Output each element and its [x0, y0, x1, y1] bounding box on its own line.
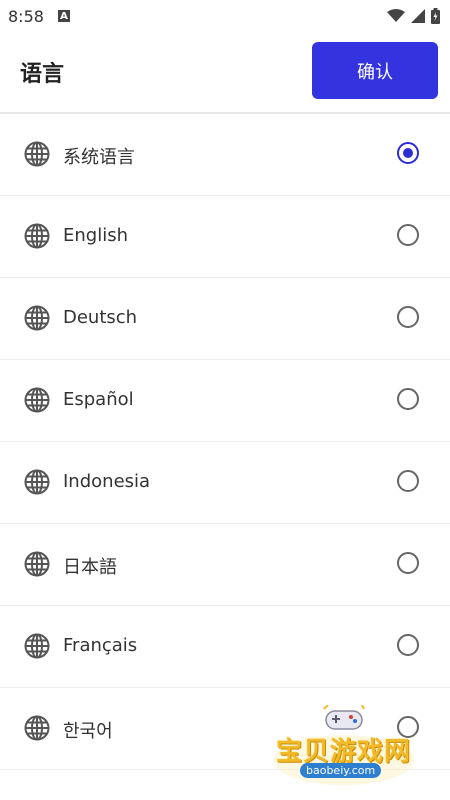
globe-icon	[24, 469, 50, 495]
radio-button[interactable]	[397, 388, 419, 410]
language-item[interactable]: Español	[0, 360, 450, 442]
radio-button[interactable]	[397, 470, 419, 492]
radio-button[interactable]	[397, 552, 419, 574]
globe-icon	[24, 633, 50, 659]
language-label: 系统语言	[63, 147, 135, 168]
status-time: 8:58	[8, 6, 44, 26]
watermark-url: baobeiy.com	[300, 763, 382, 778]
status-bar: 8:58 A	[0, 0, 450, 32]
page-title: 语言	[20, 62, 65, 87]
radio-button[interactable]	[397, 224, 419, 246]
language-label: 한국어	[63, 721, 113, 742]
language-item[interactable]: 日本語	[0, 524, 450, 606]
radio-button[interactable]	[397, 306, 419, 328]
notification-icon: A	[57, 10, 70, 22]
language-item[interactable]: Indonesia	[0, 442, 450, 524]
wifi-icon	[387, 9, 405, 22]
battery-icon	[431, 8, 440, 24]
watermark: 宝贝游戏网 baobeiy.com	[268, 705, 428, 790]
globe-icon	[24, 387, 50, 413]
language-label: Indonesia	[63, 471, 151, 492]
globe-icon	[24, 305, 50, 331]
language-label: 日本語	[63, 557, 117, 578]
language-label: Français	[63, 635, 138, 656]
language-item[interactable]: 系统语言	[0, 114, 450, 196]
language-label: Español	[63, 389, 134, 410]
globe-icon	[24, 223, 50, 249]
globe-icon	[24, 551, 50, 577]
confirm-button[interactable]: 确认	[312, 42, 438, 99]
radio-button-selected[interactable]	[397, 142, 419, 164]
language-label: English	[63, 225, 128, 246]
globe-icon	[24, 715, 50, 741]
language-list: 系统语言 English Deutsch Español Indonesia 日本語 Fra…	[0, 114, 450, 770]
language-item[interactable]: English	[0, 196, 450, 278]
radio-button[interactable]	[397, 634, 419, 656]
gamepad-icon	[323, 705, 365, 730]
app-header: 语言 确认	[0, 32, 450, 114]
globe-icon	[24, 141, 50, 167]
language-item[interactable]: Deutsch	[0, 278, 450, 360]
language-label: Deutsch	[63, 307, 138, 328]
language-item[interactable]: Français	[0, 606, 450, 688]
signal-icon	[411, 9, 425, 23]
